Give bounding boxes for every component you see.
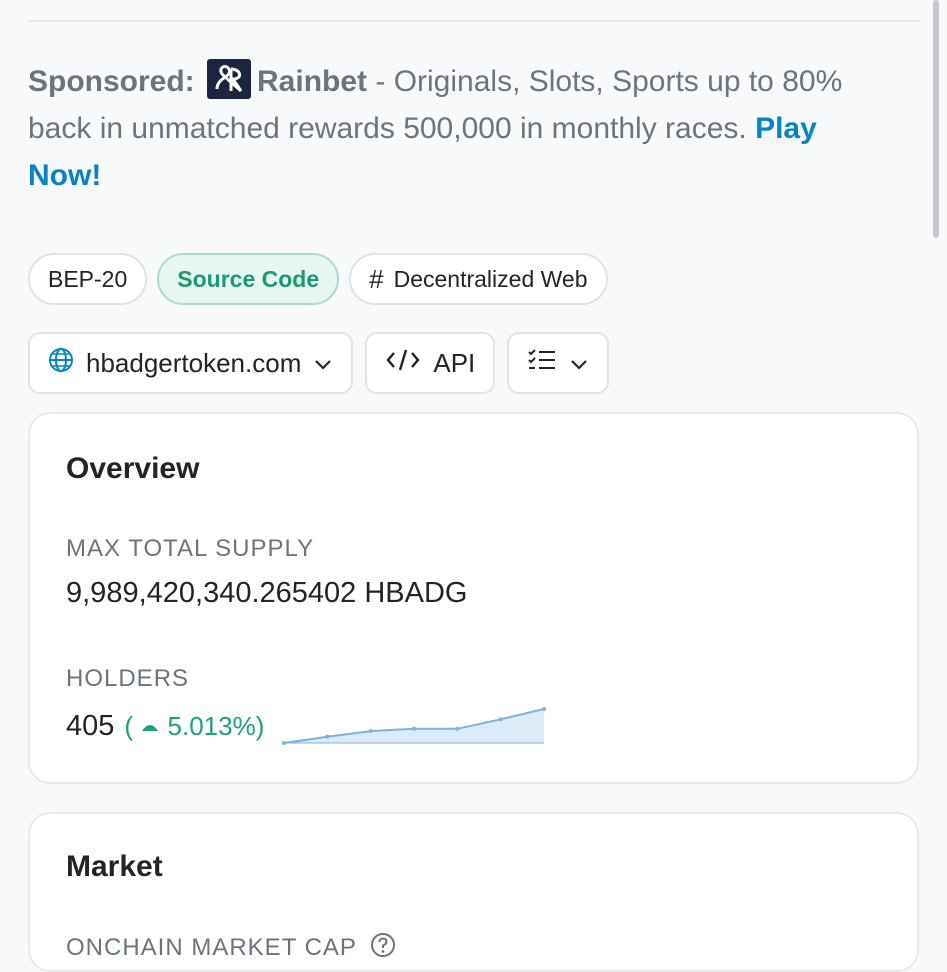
top-divider [28, 20, 920, 22]
token-tags: BEP-20 Source Code # Decentralized Web [28, 253, 608, 305]
onchain-market-cap-text: ONCHAIN MARKET CAP [66, 934, 357, 961]
checklist-icon [527, 348, 557, 379]
website-dropdown-button[interactable]: hbadgertoken.com [28, 332, 354, 394]
website-link-label: hbadgertoken.com [86, 347, 302, 378]
holders-row: 405 ( 5.013%) [66, 706, 547, 746]
sponsored-banner: Sponsored: Rainbet - Originals, Slots, S… [28, 58, 898, 199]
overview-card: Overview MAX TOTAL SUPPLY 9,989,420,340.… [28, 412, 919, 784]
sparkline-point-3 [412, 726, 417, 731]
onchain-market-cap-label: ONCHAIN MARKET CAP [66, 932, 396, 962]
more-options-dropdown[interactable] [507, 332, 610, 394]
market-card: Market ONCHAIN MARKET CAP [28, 812, 919, 972]
chip-source-code-label: Source Code [177, 265, 320, 292]
api-label: API [433, 347, 476, 378]
token-toolbar: hbadgertoken.com API [28, 332, 610, 394]
sparkline-point-5 [499, 717, 504, 722]
triangle-up-icon [142, 724, 159, 731]
holders-change-percent: 5.013% [167, 710, 256, 741]
sparkline-point-0 [282, 741, 287, 745]
code-icon [385, 347, 421, 380]
hash-icon: # [369, 263, 384, 294]
chevron-down-icon [569, 348, 589, 379]
sponsored-label: Sponsored: [28, 65, 195, 98]
chip-bep20[interactable]: BEP-20 [28, 253, 148, 305]
max-supply-value: 9,989,420,340.265402 HBADG [66, 577, 468, 609]
overview-title: Overview [66, 452, 200, 485]
chip-decentralized-web[interactable]: # Decentralized Web [349, 253, 608, 305]
rainbet-logo-icon[interactable] [207, 59, 252, 99]
market-title: Market [66, 850, 163, 883]
chip-bep20-label: BEP-20 [48, 265, 128, 292]
chip-source-code[interactable]: Source Code [157, 253, 340, 305]
api-button[interactable]: API [365, 332, 496, 394]
sponsor-brand-link[interactable]: Rainbet [257, 65, 367, 98]
holders-change: ( 5.013%) [124, 711, 264, 742]
question-circle-icon[interactable] [370, 932, 396, 958]
chip-decentralized-web-label: Decentralized Web [393, 265, 588, 292]
sparkline-point-6 [542, 707, 547, 711]
holders-value[interactable]: 405 [66, 710, 114, 743]
holders-change-close: ) [255, 710, 265, 741]
sparkline-point-2 [369, 729, 374, 734]
holders-change-open: ( [124, 710, 134, 741]
holders-sparkline [282, 707, 547, 745]
globe-icon [48, 347, 74, 380]
max-supply-label: MAX TOTAL SUPPLY [66, 535, 315, 562]
sparkline-point-4 [455, 726, 460, 731]
holders-label: HOLDERS [66, 665, 190, 692]
sparkline-point-1 [325, 734, 330, 739]
scrollbar-thumb[interactable] [933, 0, 939, 238]
chevron-down-icon [313, 348, 333, 379]
